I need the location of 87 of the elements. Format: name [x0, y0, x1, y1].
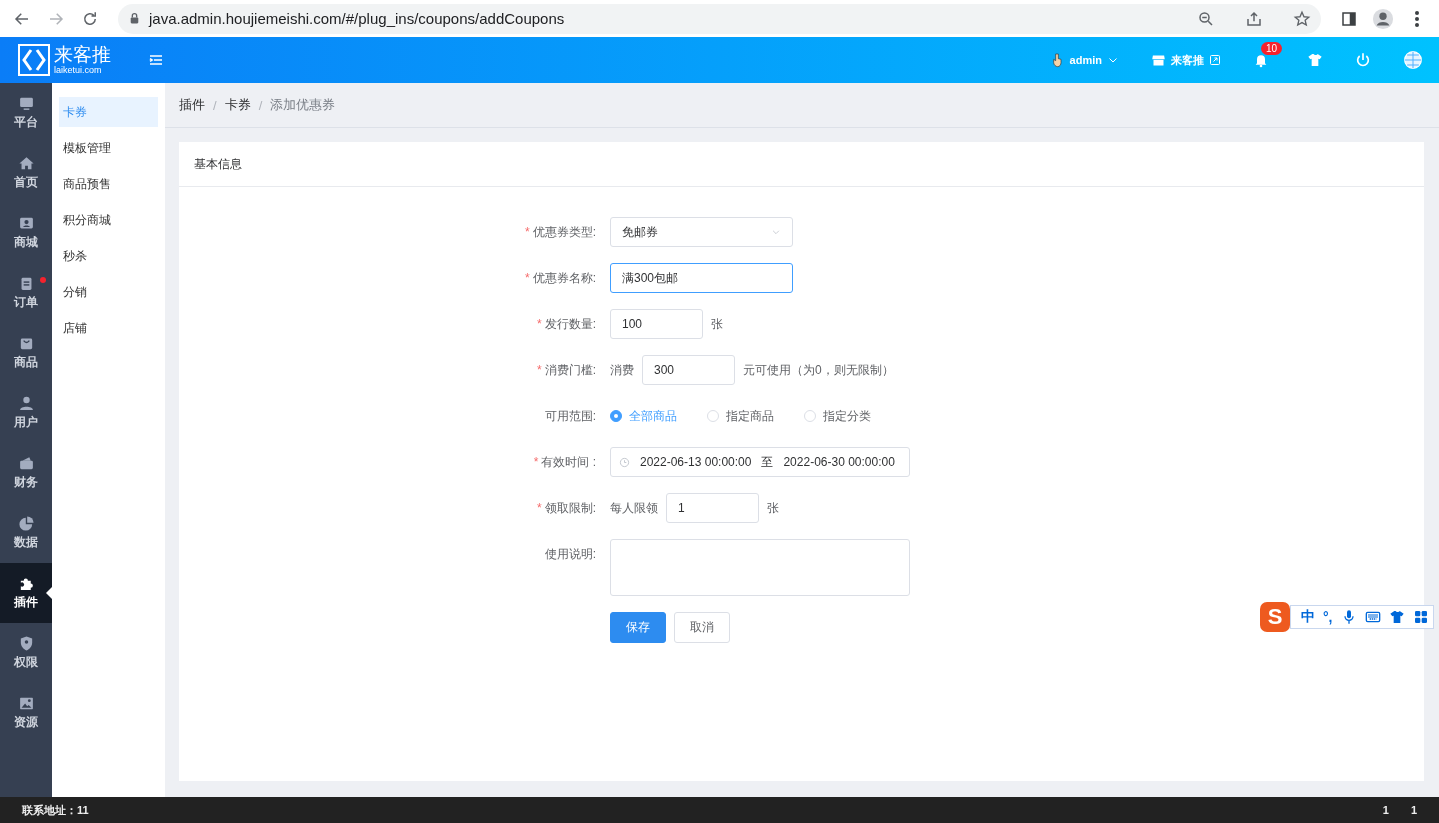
clock-icon	[619, 456, 630, 468]
field-label: 消费门槛:	[544, 362, 596, 379]
avatar-icon	[1372, 7, 1394, 30]
nav-item[interactable]: 平台	[0, 83, 52, 143]
text-input-field[interactable]: 满300包邮	[610, 263, 793, 293]
required-mark: *	[537, 362, 542, 379]
keyboard-icon	[1364, 609, 1381, 625]
field-label: 发行数量:	[544, 316, 596, 333]
radio-option[interactable]: 指定商品	[707, 407, 774, 425]
cancel-button[interactable]: 取消	[674, 612, 730, 643]
prefix-label: 消费	[610, 361, 634, 379]
shirt-icon	[1307, 52, 1323, 68]
breadcrumb-item[interactable]: 卡券	[224, 96, 251, 114]
submenu-item[interactable]: 积分商城	[59, 205, 158, 235]
field-label: 有效时间 :	[541, 454, 596, 471]
footer-value: 1	[1382, 804, 1389, 816]
nav-item[interactable]: 首页	[0, 143, 52, 203]
field-label: 优惠券名称:	[532, 270, 596, 287]
nav-item[interactable]: 商城	[0, 203, 52, 263]
logo-subtitle: laiketui.com	[54, 66, 103, 75]
nav-item[interactable]: 数据	[0, 503, 52, 563]
suffix-label: 张	[767, 499, 779, 517]
nav-item[interactable]: 订单	[0, 263, 52, 323]
power-icon	[1355, 52, 1371, 68]
number-input-field[interactable]: 1	[666, 493, 759, 523]
breadcrumb-separator: /	[258, 97, 263, 113]
field-label: 领取限制:	[544, 500, 596, 517]
coupon-type-select[interactable]: 免邮券	[610, 217, 793, 247]
submenu-item[interactable]: 模板管理	[59, 133, 158, 163]
globe-icon	[1403, 50, 1423, 70]
logo-title: 来客推	[54, 45, 111, 64]
suffix-label: 张	[711, 315, 723, 333]
notifications-button[interactable]: 10	[1237, 42, 1291, 68]
number-input-field[interactable]: 300	[642, 355, 735, 385]
nav-item[interactable]: 财务	[0, 443, 52, 503]
logo-mark-icon	[18, 44, 50, 76]
bell-icon	[1253, 52, 1269, 68]
nav-item[interactable]: 权限	[0, 623, 52, 683]
nav-item[interactable]: 插件	[0, 563, 52, 623]
reload-icon	[81, 9, 99, 28]
breadcrumb-item[interactable]: 插件	[179, 96, 205, 114]
field-label: 优惠券类型:	[532, 224, 596, 241]
monitor-icon	[17, 95, 35, 112]
submenu-item[interactable]: 分销	[59, 277, 158, 307]
nav-item[interactable]: 用户	[0, 383, 52, 443]
required-mark: *	[525, 270, 530, 287]
required-mark: *	[537, 500, 542, 517]
contact-address: 联系地址：11	[22, 802, 89, 818]
submenu-item[interactable]: 秒杀	[59, 241, 158, 271]
side-panel-icon	[1340, 9, 1358, 28]
grid-icon	[1412, 609, 1429, 625]
chevron-down-icon	[771, 227, 781, 237]
suffix-label: 元可使用（为0，则无限制）	[743, 361, 894, 379]
ime-toggle[interactable]: °,	[1323, 609, 1333, 625]
nav-item[interactable]: 商品	[0, 323, 52, 383]
notification-badge: 10	[1261, 42, 1283, 55]
prefix-label: 每人限领	[610, 499, 658, 517]
submenu-item[interactable]: 店铺	[59, 313, 158, 343]
breadcrumb-item: 添加优惠券	[270, 96, 336, 114]
card-title: 基本信息	[179, 142, 1424, 187]
field-label: 可用范围:	[544, 408, 596, 425]
number-input-field[interactable]: 100	[610, 309, 703, 339]
shirt-icon	[1388, 609, 1405, 625]
date-range-field[interactable]: 2022-06-13 00:00:00 至 2022-06-30 00:00:00	[610, 447, 910, 477]
footer-value: 1	[1410, 804, 1417, 816]
required-mark: *	[525, 224, 530, 241]
textarea-field[interactable]	[610, 539, 910, 596]
radio-option[interactable]: 指定分类	[804, 407, 871, 425]
home-icon	[17, 155, 35, 172]
menu-icon	[148, 52, 164, 68]
field-label: 使用说明:	[544, 546, 596, 563]
nav-item[interactable]: 资源	[0, 683, 52, 743]
breadcrumb-separator: /	[213, 97, 217, 113]
pie-chart-icon	[17, 515, 35, 532]
submenu-item[interactable]: 商品预售	[59, 169, 158, 199]
menu-toggle-button[interactable]	[148, 52, 164, 68]
zoom-out-icon	[1197, 9, 1215, 28]
external-link-icon	[1209, 54, 1221, 66]
star-icon	[1293, 9, 1311, 28]
required-mark: *	[533, 454, 539, 471]
ime-toggle[interactable]: 中	[1301, 608, 1315, 626]
required-mark: *	[537, 316, 542, 333]
wallet-icon	[17, 455, 35, 472]
lock-icon	[128, 12, 141, 25]
image-icon	[17, 695, 35, 712]
share-icon	[1245, 9, 1263, 28]
user-icon	[17, 395, 35, 412]
